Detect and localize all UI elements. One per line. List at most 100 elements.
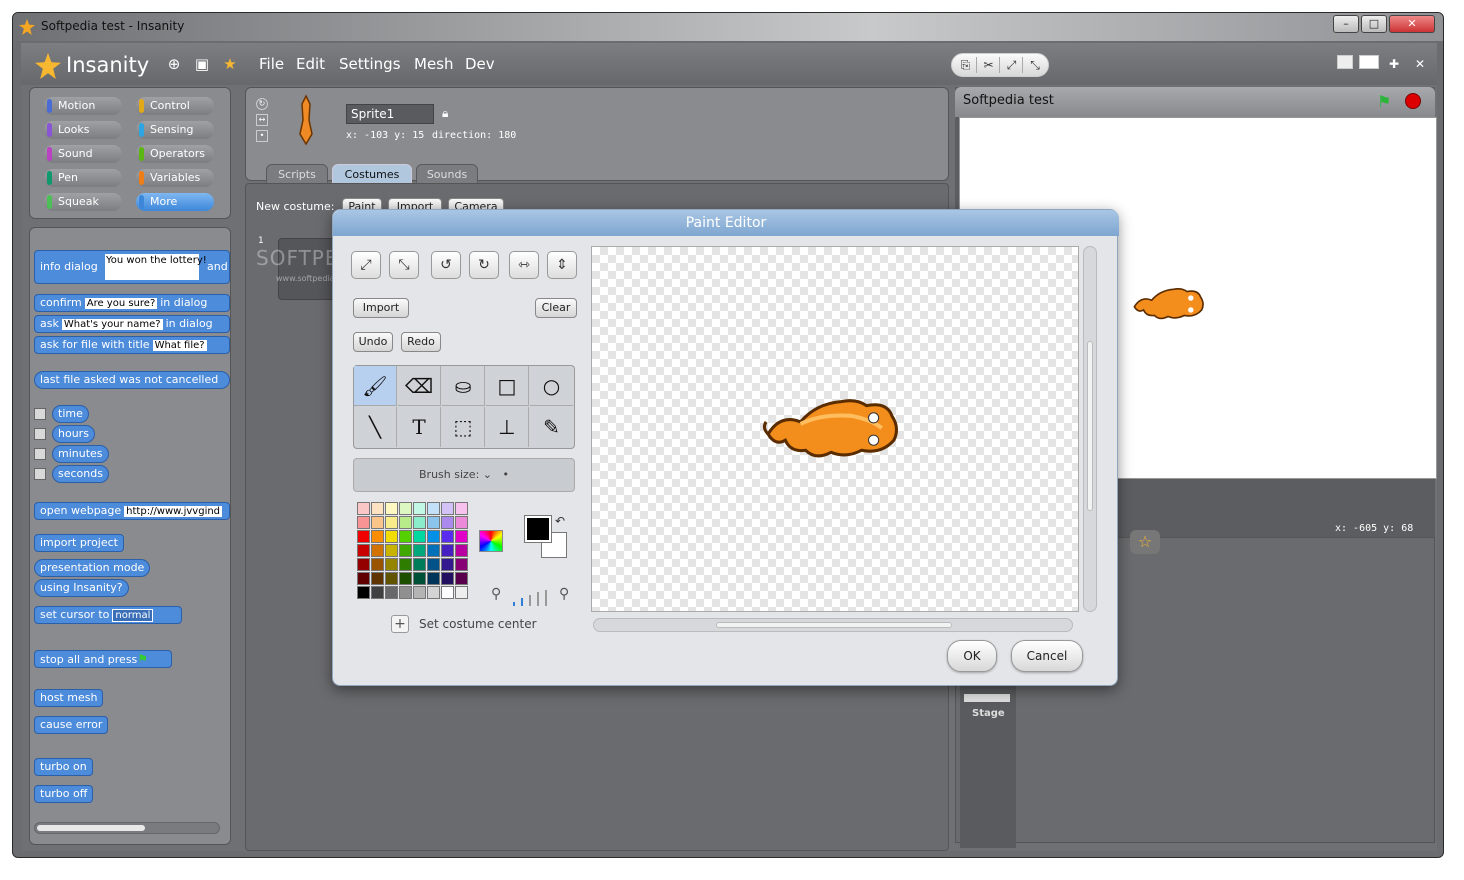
palette-swatch[interactable]	[357, 502, 370, 515]
undo-button[interactable]: Undo	[353, 332, 393, 352]
menu-edit[interactable]: Edit	[296, 55, 325, 73]
block-turbo-off[interactable]: turbo off	[34, 785, 94, 803]
palette-swatch[interactable]	[385, 516, 398, 529]
palette-swatch[interactable]	[413, 544, 426, 557]
zoom-in-icon[interactable]: ⚲	[559, 586, 569, 602]
rotate-cw-icon[interactable]: ↻	[469, 251, 499, 279]
block-confirm[interactable]: confirm Are you sure? in dialog	[34, 294, 230, 312]
minutes-checkbox[interactable]	[34, 448, 46, 460]
fill-bucket-icon[interactable]: ⛀	[442, 366, 485, 406]
scroll-thumb[interactable]	[37, 825, 145, 831]
palette-swatch[interactable]	[427, 502, 440, 515]
menu-settings[interactable]: Settings	[339, 55, 401, 73]
category-motion[interactable]: Motion	[44, 97, 122, 115]
block-info-dialog[interactable]: info dialog You won the lottery! and	[34, 250, 230, 284]
ellipse-icon[interactable]: ○	[530, 366, 573, 406]
palette-swatch[interactable]	[455, 530, 468, 543]
palette-swatch[interactable]	[399, 516, 412, 529]
palette-swatch[interactable]	[413, 502, 426, 515]
palette-swatch[interactable]	[371, 502, 384, 515]
ask-file-slot[interactable]: What file?	[152, 340, 207, 351]
share-icon[interactable]: ★	[221, 55, 239, 73]
sprite-on-stage[interactable]	[1130, 284, 1206, 324]
palette-swatch[interactable]	[427, 586, 440, 599]
palette-swatch[interactable]	[413, 572, 426, 585]
palette-swatch[interactable]	[357, 516, 370, 529]
palette-swatch[interactable]	[427, 530, 440, 543]
info-text-slot[interactable]: You won the lottery!	[105, 254, 207, 280]
palette-swatch[interactable]	[455, 502, 468, 515]
palette-swatch[interactable]	[441, 516, 454, 529]
palette-swatch[interactable]	[455, 516, 468, 529]
canvas-vertical-scrollbar[interactable]	[1083, 246, 1097, 612]
palette-swatch[interactable]	[441, 530, 454, 543]
eraser-icon[interactable]: ⌫	[398, 366, 441, 406]
duplicate-icon[interactable]: ⎘	[955, 57, 977, 73]
category-squeak[interactable]: Squeak	[44, 193, 122, 211]
palette-swatch[interactable]	[385, 544, 398, 557]
paint-clear-button[interactable]: Clear	[535, 298, 577, 318]
block-presentation-mode[interactable]: presentation mode	[34, 559, 151, 577]
zoom-out-icon[interactable]: ⚲	[491, 586, 501, 602]
palette-swatch[interactable]	[385, 502, 398, 515]
lock-icon[interactable]: 🔒︎	[442, 106, 452, 120]
palette-swatch[interactable]	[371, 530, 384, 543]
redo-button[interactable]: Redo	[401, 332, 441, 352]
select-icon[interactable]: ⬚	[442, 407, 485, 447]
block-time[interactable]: time	[52, 405, 89, 423]
palette-swatch[interactable]	[371, 572, 384, 585]
palette-swatch[interactable]	[399, 502, 412, 515]
palette-swatch[interactable]	[413, 558, 426, 571]
ok-button[interactable]: OK	[947, 640, 997, 672]
swap-colors-icon[interactable]: ↶	[555, 514, 565, 528]
palette-swatch[interactable]	[371, 558, 384, 571]
palette-swatch[interactable]	[399, 530, 412, 543]
menu-mesh[interactable]: Mesh	[414, 55, 454, 73]
stamp-icon[interactable]: ⊥	[486, 407, 529, 447]
delete-icon[interactable]: ✂	[978, 57, 1000, 73]
block-using-insanity[interactable]: using Insanity?	[34, 579, 129, 597]
category-pen[interactable]: Pen	[44, 169, 122, 187]
category-looks[interactable]: Looks	[44, 121, 122, 139]
block-host-mesh[interactable]: host mesh	[34, 689, 104, 707]
paint-import-button[interactable]: Import	[353, 298, 409, 318]
palette-swatch[interactable]	[455, 544, 468, 557]
palette-swatch[interactable]	[455, 586, 468, 599]
block-hours[interactable]: hours	[52, 425, 95, 443]
palette-swatch[interactable]	[357, 572, 370, 585]
normal-stage-icon[interactable]	[1359, 55, 1379, 69]
tab-costumes[interactable]: Costumes	[332, 164, 412, 184]
foreground-color[interactable]	[525, 516, 551, 542]
palette-swatch[interactable]	[441, 544, 454, 557]
block-ask-file[interactable]: ask for file with title What file?	[34, 336, 230, 354]
palette-swatch[interactable]	[385, 530, 398, 543]
palette-swatch[interactable]	[427, 572, 440, 585]
rotate-ccw-icon[interactable]: ↺	[431, 251, 461, 279]
palette-swatch[interactable]	[441, 586, 454, 599]
palette-swatch[interactable]	[413, 530, 426, 543]
title-bar[interactable]: Softpedia test - Insanity – □ ✕	[13, 13, 1443, 41]
category-more[interactable]: More	[136, 193, 214, 211]
palette-swatch[interactable]	[385, 572, 398, 585]
rotate-style-icon[interactable]: ↻	[256, 98, 268, 110]
stop-sign-icon[interactable]	[1405, 93, 1421, 109]
color-palette[interactable]	[357, 502, 468, 599]
tab-scripts[interactable]: Scripts	[266, 164, 328, 184]
paintbrush-icon[interactable]: 🖌︎	[354, 366, 397, 406]
paint-canvas[interactable]	[591, 246, 1079, 612]
ask-text-slot[interactable]: What's your name?	[61, 319, 163, 330]
globe-icon[interactable]: ⊕	[165, 55, 183, 73]
menu-dev[interactable]: Dev	[465, 55, 495, 73]
palette-swatch[interactable]	[357, 558, 370, 571]
small-stage-icon[interactable]	[1337, 55, 1353, 69]
palette-swatch[interactable]	[441, 502, 454, 515]
palette-swatch[interactable]	[399, 544, 412, 557]
palette-swatch[interactable]	[399, 572, 412, 585]
palette-swatch[interactable]	[385, 586, 398, 599]
block-import-project[interactable]: import project	[34, 534, 124, 552]
palette-swatch[interactable]	[399, 586, 412, 599]
palette-scrollbar[interactable]	[34, 822, 220, 834]
palette-swatch[interactable]	[357, 530, 370, 543]
hours-checkbox[interactable]	[34, 428, 46, 440]
block-turbo-on[interactable]: turbo on	[34, 758, 93, 776]
